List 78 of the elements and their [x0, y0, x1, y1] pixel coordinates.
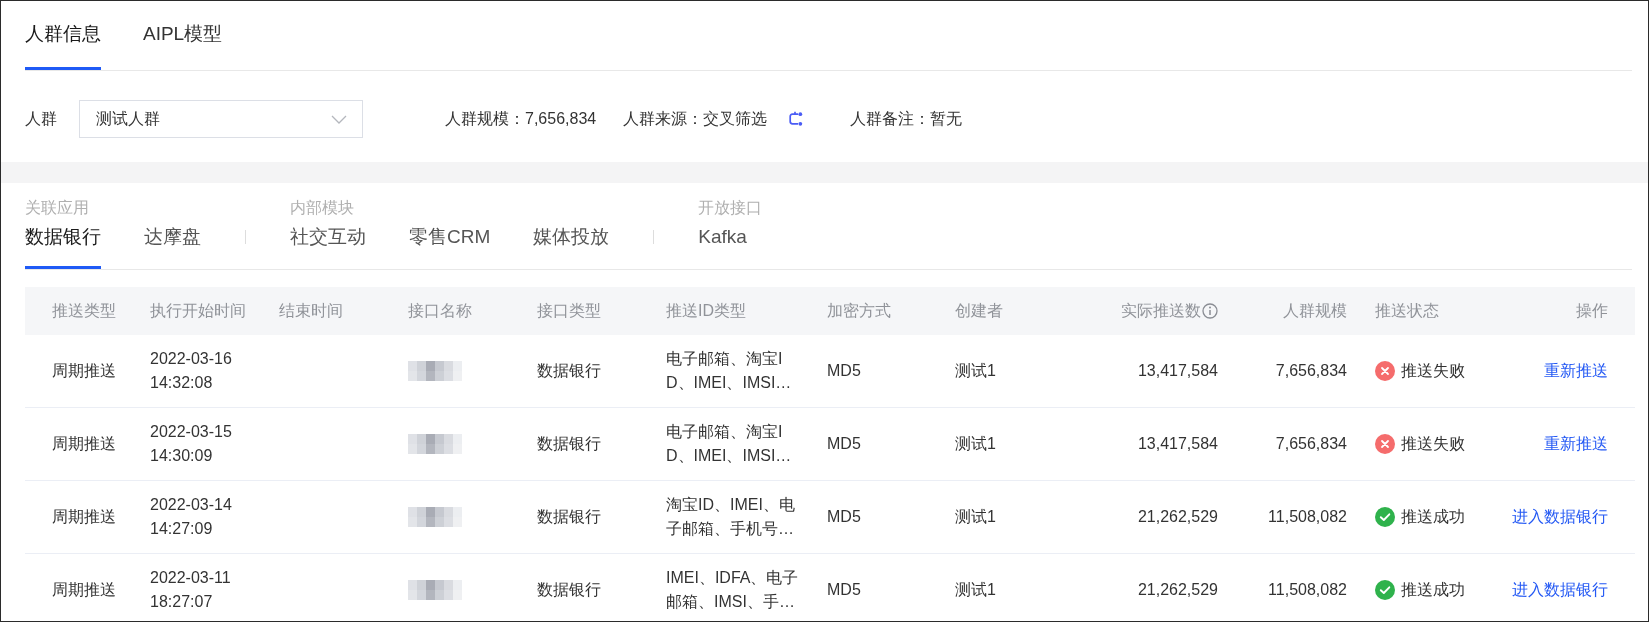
table-cell-text: 7,656,834 — [1275, 434, 1347, 454]
table-cell-text: 周期推送 — [52, 580, 116, 600]
table-cell-text: 测试1 — [955, 361, 996, 381]
table-cell-text: 测试1 — [955, 580, 996, 600]
column-header: 推送类型 — [52, 301, 116, 321]
status-text: 推送失败 — [1401, 361, 1465, 381]
table-cell-text: 21,262,529 — [1137, 507, 1218, 527]
tab[interactable]: 零售CRM — [409, 224, 491, 269]
info-value: 交叉筛选 — [703, 109, 768, 129]
check-circle-icon — [1375, 507, 1395, 527]
group-label: 关联应用 — [25, 198, 89, 218]
audience-select[interactable]: 测试人群 — [79, 100, 363, 138]
table-cell-text: MD5 — [827, 361, 861, 381]
column-header: 创建者 — [955, 301, 1003, 321]
table-cell-text: MD5 — [827, 507, 861, 527]
column-header: 执行开始时间 — [150, 301, 246, 321]
table-cell-text: 周期推送 — [52, 507, 116, 527]
column-header: 人群规模 — [1283, 301, 1347, 321]
tab[interactable]: Kafka — [698, 224, 747, 269]
table-cell-text: 数据银行 — [537, 361, 601, 381]
tab[interactable]: 数据银行 — [25, 224, 101, 269]
column-header: 接口名称 — [408, 301, 472, 321]
table-cell-text: 2022-03-11 18:27:07 — [150, 568, 232, 612]
info-icon[interactable] — [1202, 303, 1218, 319]
column-header: 操作 — [1576, 301, 1608, 321]
table-cell-text: 2022-03-16 14:32:08 — [150, 349, 233, 393]
table-cell-text: 11,508,082 — [1268, 507, 1347, 527]
filter-label: 人群 — [25, 109, 57, 129]
action-link[interactable]: 重新推送 — [1544, 432, 1608, 456]
table-cell-text: 7,656,834 — [1275, 361, 1347, 381]
column-header: 结束时间 — [279, 301, 343, 321]
cross-circle-icon — [1375, 361, 1395, 381]
column-header: 推送状态 — [1375, 301, 1439, 321]
table-cell-text: IMEI、IDFA、电子邮箱、IMSI、手… — [666, 568, 800, 612]
table-cell-text: 2022-03-14 14:27:09 — [150, 495, 233, 539]
info-label: 人群规模： — [445, 109, 525, 129]
table-cell-text: MD5 — [827, 434, 861, 454]
column-header: 加密方式 — [827, 301, 891, 321]
column-header: 接口类型 — [537, 301, 601, 321]
action-link[interactable]: 进入数据银行 — [1512, 505, 1608, 529]
tab[interactable]: 达摩盘 — [144, 224, 201, 269]
table-cell-text: 21,262,529 — [1137, 580, 1218, 600]
group-label: 开放接口 — [698, 198, 763, 218]
action-link[interactable]: 进入数据银行 — [1512, 578, 1608, 602]
table-cell-text: 数据银行 — [537, 580, 601, 600]
table-cell-text: 测试1 — [955, 507, 996, 527]
table-cell-text: 13,417,584 — [1137, 361, 1218, 381]
table-cell-text: 2022-03-15 14:30:09 — [150, 422, 233, 466]
table-cell-text: 电子邮箱、淘宝ID、IMEI、IMSI… — [666, 349, 793, 393]
info-label: 人群来源： — [623, 109, 704, 129]
tab[interactable]: 媒体投放 — [533, 224, 610, 269]
action-link[interactable]: 重新推送 — [1544, 359, 1608, 383]
status-text: 推送失败 — [1401, 434, 1465, 454]
table-cell-text: 数据银行 — [537, 434, 601, 454]
chevron-down-icon — [331, 114, 347, 124]
table-cell-text: 淘宝ID、IMEI、电子邮箱、手机号… — [666, 495, 796, 539]
info-value: 7,656,834 — [525, 109, 597, 129]
table-cell-text: 电子邮箱、淘宝ID、IMEI、IMSI… — [666, 422, 793, 466]
table-cell-text: 13,417,584 — [1137, 434, 1218, 454]
status-text: 推送成功 — [1401, 580, 1465, 600]
info-value: 暂无 — [930, 109, 963, 129]
table-cell-text: 周期推送 — [52, 434, 116, 454]
flow-icon[interactable] — [787, 111, 804, 127]
cross-circle-icon — [1375, 434, 1395, 454]
table-cell-text: 测试1 — [955, 434, 996, 454]
group-label: 内部模块 — [290, 198, 354, 218]
table-cell-text: 11,508,082 — [1268, 580, 1347, 600]
column-header: 推送ID类型 — [666, 301, 746, 321]
tab[interactable]: AIPL模型 — [143, 1, 223, 70]
table-cell-text: 周期推送 — [52, 361, 116, 381]
tab[interactable]: 人群信息 — [25, 1, 101, 70]
table-cell-text: MD5 — [827, 580, 861, 600]
tab[interactable]: 社交互动 — [290, 224, 366, 269]
status-text: 推送成功 — [1401, 507, 1465, 527]
table-cell-text: 数据银行 — [537, 507, 601, 527]
info-label: 人群备注： — [850, 109, 931, 129]
check-circle-icon — [1375, 580, 1395, 600]
column-header: 实际推送数 — [1121, 301, 1201, 321]
